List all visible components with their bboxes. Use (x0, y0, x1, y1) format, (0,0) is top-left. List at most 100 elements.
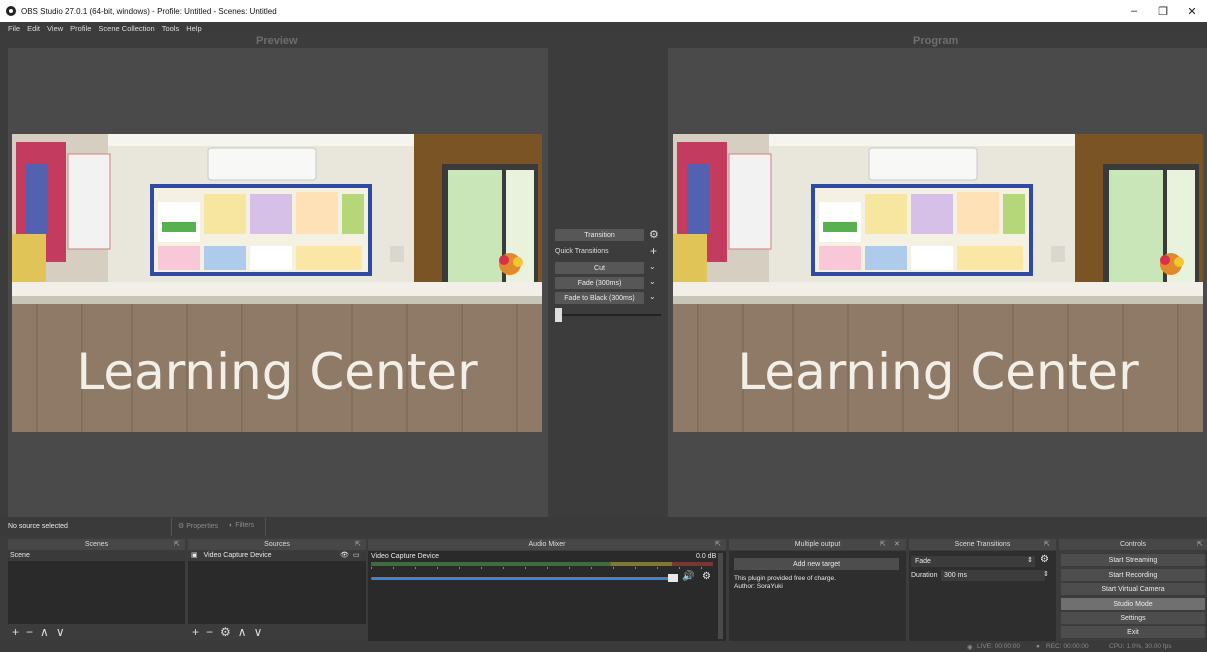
move-up-icon[interactable]: ∧ (40, 625, 49, 639)
quick-transitions-label: Quick Transitions (555, 248, 609, 255)
t-bar-track (557, 314, 661, 316)
rec-indicator-icon: ● (1036, 643, 1040, 650)
lock-icon[interactable]: ▭ (353, 551, 360, 561)
start-virtual-camera-button[interactable]: Start Virtual Camera (1061, 583, 1205, 595)
gear-icon[interactable]: ⚙ (1040, 554, 1049, 565)
chevron-down-icon[interactable]: ⌄ (649, 262, 656, 271)
scenes-toolbar: + − ∧ ∨ (12, 625, 65, 639)
scene-transitions-panel: Fade ⇕ ⚙ Duration 300 ms ⇕ (909, 551, 1056, 641)
gear-icon[interactable]: ⚙ (220, 625, 231, 639)
volume-slider[interactable] (371, 577, 677, 580)
menu-scene-collection[interactable]: Scene Collection (98, 24, 154, 33)
no-source-label: No source selected (8, 523, 68, 530)
scenes-dock-header: Scenes (8, 539, 185, 550)
minimize-button[interactable]: – (1119, 0, 1149, 22)
filter-icon: ◐ (229, 522, 234, 529)
audio-channel-name: Video Capture Device (371, 553, 439, 560)
undock-icon[interactable]: ⇱ (1044, 540, 1050, 548)
plugin-note: This plugin provided free of charge. (734, 575, 836, 582)
undock-icon[interactable]: ⇱ (174, 540, 180, 548)
menu-tools[interactable]: Tools (162, 24, 180, 33)
undock-icon[interactable]: ⇱ (355, 540, 361, 548)
divider (171, 518, 172, 536)
add-quick-transition-icon[interactable]: + (650, 244, 657, 258)
program-video-frame: Learning Center (673, 134, 1203, 432)
program-title: Program (913, 35, 959, 47)
add-icon[interactable]: + (12, 625, 19, 639)
sources-list: ▣ Video Capture Device 👁 ▭ (188, 551, 366, 624)
studio-mode-button[interactable]: Studio Mode (1061, 598, 1205, 610)
chevron-down-icon[interactable]: ⌄ (649, 277, 656, 286)
window-title: OBS Studio 27.0.1 (64-bit, windows) - Pr… (21, 6, 277, 16)
start-streaming-button[interactable]: Start Streaming (1061, 554, 1205, 566)
scene-transitions-header: Scene Transitions (909, 539, 1056, 550)
menu-edit[interactable]: Edit (27, 24, 40, 33)
quick-transition-fade[interactable]: Fade (300ms) (555, 277, 644, 289)
add-new-target-button[interactable]: Add new target (734, 558, 899, 570)
remove-icon[interactable]: − (26, 625, 33, 639)
menu-bar: File Edit View Profile Scene Collection … (0, 22, 1207, 34)
properties-button[interactable]: ⚙ Properties (178, 522, 218, 530)
quick-transition-cut[interactable]: Cut (555, 262, 644, 274)
gear-icon[interactable]: ⚙ (702, 571, 711, 582)
source-toolbar: No source selected ⚙ Properties ◐ Filter… (0, 517, 1207, 537)
camera-icon: ▣ (191, 552, 198, 559)
menu-help[interactable]: Help (186, 24, 201, 33)
settings-button[interactable]: Settings (1061, 612, 1205, 624)
duration-input[interactable]: 300 ms (941, 570, 1045, 581)
live-indicator-icon: ◉ (967, 644, 973, 651)
status-bar: ◉ LIVE: 00:00:00 ● REC: 00:00:00 CPU: 1.… (0, 641, 1207, 652)
sources-dock-header: Sources (188, 539, 366, 550)
undock-icon[interactable]: ⇱ (880, 540, 886, 548)
quick-transition-fade-to-black[interactable]: Fade to Black (300ms) (555, 292, 644, 304)
filters-button[interactable]: ◐ Filters (229, 522, 254, 529)
close-button[interactable]: ✕ (1177, 0, 1207, 22)
obs-logo-icon (6, 6, 16, 16)
undock-icon[interactable]: ⇱ (1197, 540, 1203, 548)
menu-file[interactable]: File (8, 24, 20, 33)
t-bar-handle[interactable] (555, 308, 562, 322)
move-up-icon[interactable]: ∧ (238, 625, 247, 639)
spinbox-arrows-icon[interactable]: ⇕ (1043, 570, 1049, 578)
remove-icon[interactable]: − (206, 625, 213, 639)
visibility-eye-icon[interactable]: 👁 (340, 551, 349, 561)
controls-header: Controls (1059, 539, 1207, 550)
select-arrows-icon[interactable]: ⇕ (1027, 556, 1033, 564)
multiple-output-panel: Add new target This plugin provided free… (729, 551, 906, 641)
transition-select[interactable]: Fade (911, 556, 1035, 567)
sources-toolbar: + − ⚙ ∧ ∨ (192, 625, 262, 639)
list-item[interactable]: ▣ Video Capture Device 👁 ▭ (188, 551, 366, 561)
plugin-author: Author: SoraYuki (734, 583, 783, 590)
close-icon[interactable]: ✕ (894, 540, 900, 548)
maximize-button[interactable]: ❐ (1148, 0, 1178, 22)
meter-ticks (371, 567, 713, 569)
menu-view[interactable]: View (47, 24, 63, 33)
gear-icon: ⚙ (178, 523, 185, 530)
rec-time: REC: 00:00:00 (1046, 643, 1089, 650)
chevron-down-icon[interactable]: ⌄ (649, 292, 656, 301)
audio-mixer-header: Audio Mixer (368, 539, 726, 550)
list-item[interactable]: Scene (8, 551, 185, 561)
start-recording-button[interactable]: Start Recording (1061, 569, 1205, 581)
duration-label: Duration (911, 572, 938, 579)
transition-button[interactable]: Transition (555, 229, 644, 241)
audio-mixer-panel: Video Capture Device 0.0 dB 🔊 ⚙ (368, 551, 726, 641)
preview-title: Preview (256, 35, 298, 47)
preview-sign-text: Learning Center (76, 343, 478, 401)
audio-level-readout: 0.0 dB (696, 553, 717, 560)
menu-profile[interactable]: Profile (70, 24, 91, 33)
divider (265, 518, 266, 536)
move-down-icon[interactable]: ∨ (254, 625, 263, 639)
transition-gear-icon[interactable]: ⚙ (649, 228, 659, 241)
preview-video-frame: Learning Center (12, 134, 542, 432)
scrollbar[interactable] (718, 553, 723, 639)
move-down-icon[interactable]: ∨ (56, 625, 65, 639)
scenes-list: Scene (8, 551, 185, 624)
undock-icon[interactable]: ⇱ (715, 540, 721, 548)
volume-slider-handle[interactable] (668, 574, 678, 582)
window-titlebar: OBS Studio 27.0.1 (64-bit, windows) - Pr… (0, 0, 1207, 22)
add-icon[interactable]: + (192, 625, 199, 639)
exit-button[interactable]: Exit (1061, 626, 1205, 638)
speaker-icon[interactable]: 🔊 (682, 571, 694, 582)
program-sign-text: Learning Center (737, 343, 1139, 401)
